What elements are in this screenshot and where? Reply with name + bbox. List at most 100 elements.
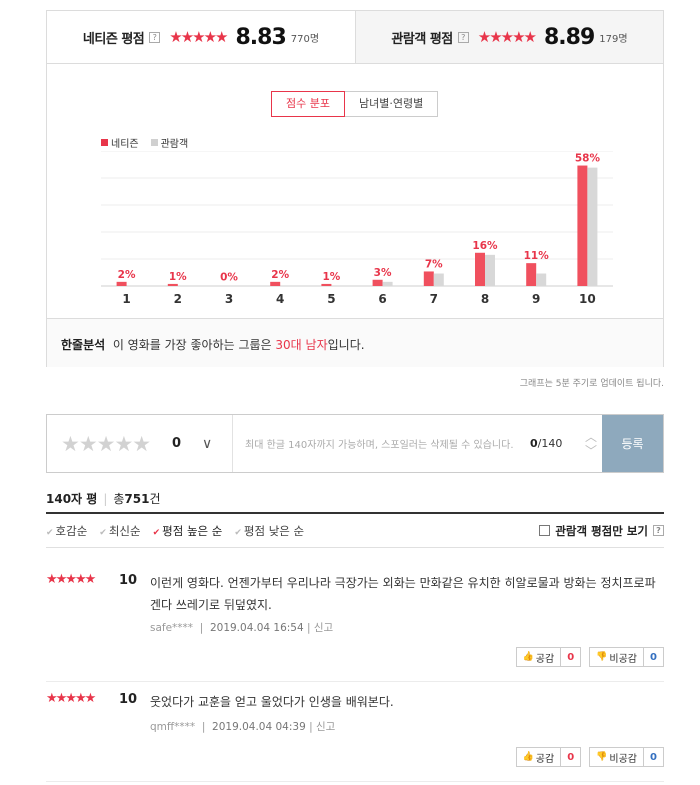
chart-subtabs: 점수 분포 남녀별·연령별 <box>271 91 439 117</box>
sort-filters: ✔ 호감순 ✔ 최신순 ✔ 평점 높은 순 ✔ 평점 낮은 순 관람객 평점만 보기 ? <box>46 512 664 548</box>
one-line-highlight: 30대 남자 <box>275 338 328 352</box>
scroll-arrows[interactable]: ︿ ﹀ <box>580 415 602 472</box>
divider <box>46 781 664 782</box>
dislike-button[interactable]: 👎 비공감 0 <box>589 647 664 667</box>
x-tick-label: 4 <box>276 292 284 306</box>
x-tick-label: 2 <box>174 292 182 306</box>
dislike-count: 0 <box>643 648 663 666</box>
thumbs-down-icon: 👎 <box>596 752 608 762</box>
rating-tabs: 네티즌 평점 ? ★★★★★ 8.83 770명 관람객 평점 ? ★★★★★ … <box>47 11 663 64</box>
bar-netizen <box>116 281 127 286</box>
report-link[interactable]: 신고 <box>316 721 335 733</box>
review-stars: ★★★★★ <box>46 691 96 706</box>
sort-rating-high[interactable]: ✔ 평점 높은 순 <box>153 523 223 539</box>
x-tick-label: 5 <box>327 292 335 306</box>
audience-only-toggle[interactable]: 관람객 평점만 보기 ? <box>539 523 664 539</box>
like-button[interactable]: 👍 공감 0 <box>515 647 582 667</box>
bar-netizen <box>167 283 178 286</box>
netizen-score: 8.83 <box>235 24 287 50</box>
bar-netizen <box>475 252 485 286</box>
review-input-box: ★★★★★ 0 ∨ 최대 한글 140자까지 가능하며, 스포일러는 삭제될 수… <box>46 414 664 473</box>
netizen-stars: ★★★★★ <box>169 28 228 46</box>
x-tick-label: 1 <box>122 292 130 306</box>
legend-audience: 관람객 <box>150 135 188 150</box>
bar-netizen <box>526 263 537 286</box>
like-button[interactable]: 👍 공감 0 <box>515 747 582 767</box>
chevron-up-icon[interactable]: ︿ <box>585 430 597 444</box>
tab-gender-age[interactable]: 남녀별·연령별 <box>344 91 439 117</box>
review-date: 2019.04.04 04:39 <box>212 721 306 733</box>
help-icon[interactable]: ? <box>457 31 469 43</box>
divider <box>46 681 664 682</box>
data-label: 58% <box>575 153 601 165</box>
audience-count: 179명 <box>599 33 628 45</box>
thumbs-down-icon: 👎 <box>596 652 608 662</box>
tab-netizen-rating[interactable]: 네티즌 평점 ? ★★★★★ 8.83 770명 <box>47 11 355 63</box>
review-text: 이런게 영화다. 언젠가부터 우리나라 극장가는 외화는 만화같은 유치한 히알… <box>150 576 656 612</box>
bar-netizen <box>423 271 434 286</box>
bar-audience <box>485 254 495 286</box>
data-label: 2% <box>118 269 136 281</box>
review-textarea[interactable]: 최대 한글 140자까지 가능하며, 스포일러는 삭제될 수 있습니다. <box>232 415 530 472</box>
legend-netizen: 네티즌 <box>101 135 139 150</box>
bar-netizen <box>577 165 588 286</box>
chart-legend: 네티즌 관람객 <box>101 135 188 150</box>
checkbox[interactable] <box>539 525 551 536</box>
data-label: 1% <box>322 271 340 283</box>
x-tick-label: 8 <box>481 292 489 306</box>
audience-stars: ★★★★★ <box>477 28 537 46</box>
sort-rating-low[interactable]: ✔ 평점 낮은 순 <box>234 523 304 539</box>
review-score: 10 <box>119 692 138 707</box>
thumbs-up-icon: 👍 <box>522 652 534 662</box>
review-text: 웃었다가 교훈을 얻고 울었다가 인생을 배워본다. <box>150 695 394 709</box>
review-actions: 👍 공감 0 👎 비공감 0 <box>515 747 664 767</box>
x-tick-label: 7 <box>430 292 438 306</box>
bar-netizen <box>321 283 332 286</box>
x-tick-label: 3 <box>225 292 233 306</box>
netizen-rating-label: 네티즌 평점 <box>82 31 145 47</box>
update-note: 그래프는 5분 주기로 업데이트 됩니다. <box>519 379 664 389</box>
audience-score: 8.89 <box>544 24 595 50</box>
review-meta: qmff**** | 2019.04.04 04:39 | 신고 <box>150 721 336 733</box>
chevron-down-icon[interactable]: ∨ <box>202 415 228 472</box>
review-score: 10 <box>119 573 138 588</box>
review-user[interactable]: qmff**** <box>150 721 195 733</box>
review-total: 총751건 <box>113 492 161 506</box>
one-line-pre: 이 영화를 가장 좋아하는 그룹은 <box>112 338 276 352</box>
bar-audience <box>382 281 393 286</box>
review-date: 2019.04.04 16:54 <box>209 622 304 634</box>
bar-netizen <box>270 281 281 286</box>
review-meta: safe**** | 2019.04.04 16:54 | 신고 <box>150 622 334 634</box>
sort-latest[interactable]: ✔ 최신순 <box>99 523 140 539</box>
review-header-title: 140자 평 <box>46 492 98 506</box>
data-label: 7% <box>425 258 443 270</box>
rating-star-selector[interactable]: ★★★★★ <box>47 415 172 472</box>
one-line-analysis: 한줄분석 이 영화를 가장 좋아하는 그룹은 30대 남자입니다. <box>47 318 663 367</box>
bar-audience <box>536 273 547 286</box>
bar-netizen <box>372 279 383 286</box>
help-icon[interactable]: ? <box>149 31 161 43</box>
like-count: 0 <box>560 648 580 666</box>
bar-audience <box>587 167 598 286</box>
score-distribution-chart: 2%11%20%32%41%53%67%716%811%958%10 <box>101 151 613 306</box>
data-label: 2% <box>271 269 289 281</box>
help-icon[interactable]: ? <box>653 525 664 536</box>
selected-rating: 0 <box>172 436 182 451</box>
netizen-count: 770명 <box>290 33 320 45</box>
data-label: 11% <box>524 250 550 262</box>
sort-likes[interactable]: ✔ 호감순 <box>46 523 87 539</box>
report-link[interactable]: 신고 <box>314 622 333 634</box>
review-header: 140자 평 | 총751건 <box>46 492 161 506</box>
like-count: 0 <box>560 748 580 766</box>
chevron-down-icon[interactable]: ﹀ <box>585 444 597 458</box>
dislike-button[interactable]: 👎 비공감 0 <box>589 747 664 767</box>
tab-audience-rating[interactable]: 관람객 평점 ? ★★★★★ 8.89 179명 <box>355 11 663 63</box>
thumbs-up-icon: 👍 <box>522 752 534 762</box>
register-button[interactable]: 등록 <box>602 415 663 472</box>
data-label: 16% <box>472 240 498 252</box>
review-user[interactable]: safe**** <box>150 622 193 634</box>
one-line-title: 한줄분석 <box>61 338 106 352</box>
tab-score-distribution[interactable]: 점수 분포 <box>271 91 345 117</box>
x-tick-label: 9 <box>532 292 540 306</box>
review-actions: 👍 공감 0 👎 비공감 0 <box>515 647 664 667</box>
